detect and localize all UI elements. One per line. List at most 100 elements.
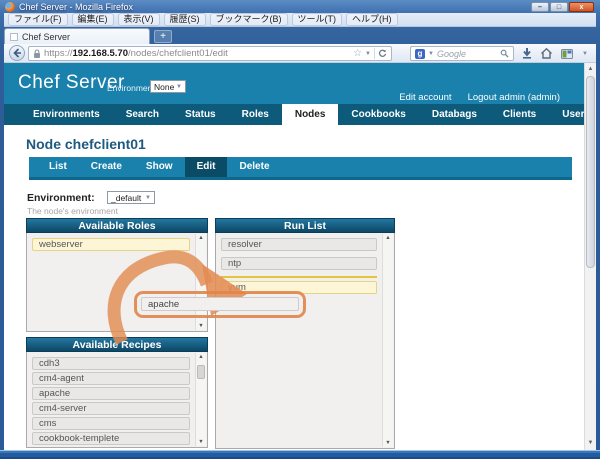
home-icon[interactable] — [541, 48, 553, 59]
list-item[interactable]: apache — [32, 387, 190, 400]
url-dropdown-icon[interactable]: ▼ — [365, 51, 371, 57]
header-environment-value: None — [154, 81, 175, 92]
list-item[interactable]: cookbook-templete — [32, 432, 190, 445]
header-environment-label: Environment — [107, 83, 155, 93]
toolbar-overflow-icon[interactable]: ▼ — [582, 51, 588, 57]
url-bar[interactable]: https://192.168.5.70/nodes/chefclient01/… — [28, 46, 392, 61]
list-item[interactable]: cdh3 — [32, 357, 190, 370]
environment-field-select[interactable]: _default ▼ — [107, 191, 155, 204]
available-recipes-list: cdh3 cm4-agent apache cm4-server cms coo… — [26, 352, 208, 448]
run-list: resolver ntp yum ▲ ▼ — [215, 233, 395, 449]
scroll-down-icon[interactable]: ▼ — [585, 438, 596, 449]
url-host: 192.168.5.70 — [72, 48, 128, 59]
run-list-panel: Run List resolver ntp yum ▲ ▼ — [215, 218, 395, 449]
scroll-down-icon[interactable]: ▼ — [196, 323, 206, 329]
title-bar: Chef Server - Mozilla Firefox – □ x — [0, 0, 600, 14]
environment-help-text: The node's environment — [27, 206, 118, 216]
close-button[interactable]: x — [569, 2, 594, 12]
list-item[interactable]: webserver — [32, 238, 190, 251]
scroll-up-icon[interactable]: ▲ — [196, 235, 206, 241]
header-environment-select[interactable]: None ▼ — [150, 80, 186, 93]
available-recipes-panel: Available Recipes cdh3 cm4-agent apache … — [26, 337, 208, 448]
menu-history[interactable]: 履歴(S) — [163, 13, 206, 26]
environment-field-label: Environment: — [27, 192, 95, 204]
menu-view[interactable]: 表示(V) — [117, 13, 160, 26]
environment-field-value: _default — [111, 192, 142, 203]
maximize-button[interactable]: □ — [550, 2, 568, 12]
back-button[interactable] — [9, 45, 25, 61]
url-text[interactable]: https://192.168.5.70/nodes/chefclient01/… — [44, 48, 350, 59]
tab-chef-server[interactable]: Chef Server — [4, 28, 150, 44]
nav-search[interactable]: Search — [113, 104, 172, 125]
subnav-show[interactable]: Show — [134, 157, 185, 177]
menu-tools[interactable]: ツール(T) — [291, 13, 342, 26]
header-links: Edit account Logout admin (admin) — [399, 92, 560, 103]
firefox-icon — [5, 2, 15, 12]
scroll-thumb[interactable] — [586, 76, 595, 268]
subnav-edit[interactable]: Edit — [184, 157, 228, 177]
reload-icon[interactable] — [378, 49, 387, 58]
window-bottom-border — [0, 450, 600, 459]
nav-roles[interactable]: Roles — [229, 104, 282, 125]
nav-status[interactable]: Status — [172, 104, 229, 125]
list-item[interactable]: resolver — [221, 238, 377, 251]
tab-favicon-icon — [10, 32, 18, 41]
scroll-up-icon[interactable]: ▲ — [196, 354, 206, 360]
dragged-item[interactable]: apache — [141, 297, 299, 311]
minimize-button[interactable]: – — [531, 2, 549, 12]
bookmarks-panel-icon[interactable] — [561, 48, 574, 59]
run-list-scrollbar[interactable]: ▲ ▼ — [382, 234, 393, 447]
list-item[interactable]: ntp — [221, 257, 377, 270]
menu-edit[interactable]: 編集(E) — [71, 13, 114, 26]
nav-nodes[interactable]: Nodes — [281, 104, 339, 125]
nav-databags[interactable]: Databags — [419, 104, 490, 125]
search-engine-dropdown-icon[interactable]: ▼ — [428, 51, 434, 57]
menu-bookmarks[interactable]: ブックマーク(B) — [209, 13, 288, 26]
scroll-down-icon[interactable]: ▼ — [383, 440, 393, 446]
nav-environments[interactable]: Environments — [20, 104, 113, 125]
recipes-scrollbar[interactable]: ▲ ▼ — [195, 353, 206, 446]
downloads-icon[interactable] — [522, 48, 532, 59]
available-recipes-header: Available Recipes — [26, 337, 208, 352]
browser-scrollbar[interactable]: ▲ ▼ — [584, 63, 596, 450]
page-viewport: Chef Server Environment None ▼ Edit acco… — [4, 63, 596, 450]
window-controls: – □ x — [531, 2, 594, 12]
subnav-delete[interactable]: Delete — [227, 157, 281, 177]
subnav-list[interactable]: List — [37, 157, 79, 177]
url-scheme: https:// — [44, 48, 73, 59]
window-title: Chef Server - Mozilla Firefox — [19, 2, 134, 12]
logout-link[interactable]: Logout admin (admin) — [468, 92, 560, 103]
site-header: Chef Server Environment None ▼ Edit acco… — [4, 63, 584, 104]
search-magnifier-icon[interactable] — [500, 49, 509, 58]
run-list-header: Run List — [215, 218, 395, 233]
bookmark-star-icon[interactable]: ☆ — [353, 47, 362, 60]
drop-insert-indicator — [221, 276, 377, 278]
nav-clients[interactable]: Clients — [490, 104, 549, 125]
scroll-up-icon[interactable]: ▲ — [585, 64, 596, 75]
scroll-down-icon[interactable]: ▼ — [196, 439, 206, 445]
chevron-down-icon: ▼ — [176, 83, 182, 90]
subnav-create[interactable]: Create — [79, 157, 134, 177]
search-bar[interactable]: g ▼ Google — [410, 46, 514, 61]
nav-cookbooks[interactable]: Cookbooks — [338, 104, 418, 125]
search-placeholder[interactable]: Google — [437, 49, 497, 59]
menu-bar: ファイル(F) 編集(E) 表示(V) 履歴(S) ブックマーク(B) ツール(… — [4, 13, 596, 27]
node-subnav: List Create Show Edit Delete — [29, 157, 572, 180]
toolbar-buttons: ▼ — [522, 45, 588, 62]
edit-account-link[interactable]: Edit account — [399, 92, 451, 103]
url-divider — [374, 48, 375, 59]
scroll-thumb[interactable] — [197, 365, 205, 379]
list-item[interactable]: cm4-server — [32, 402, 190, 415]
menu-file[interactable]: ファイル(F) — [8, 13, 68, 26]
new-tab-button[interactable]: + — [154, 30, 172, 43]
tab-bar: Chef Server + — [4, 27, 596, 44]
back-arrow-icon — [13, 48, 21, 58]
main-nav: Environments Search Status Roles Nodes C… — [4, 104, 590, 125]
menu-help[interactable]: ヘルプ(H) — [346, 13, 398, 26]
navigation-toolbar: https://192.168.5.70/nodes/chefclient01/… — [4, 44, 596, 63]
scroll-up-icon[interactable]: ▲ — [383, 235, 393, 241]
list-item[interactable]: cms — [32, 417, 190, 430]
browser-window: Chef Server - Mozilla Firefox – □ x ファイル… — [0, 0, 600, 459]
tab-title: Chef Server — [22, 31, 71, 42]
list-item[interactable]: cm4-agent — [32, 372, 190, 385]
